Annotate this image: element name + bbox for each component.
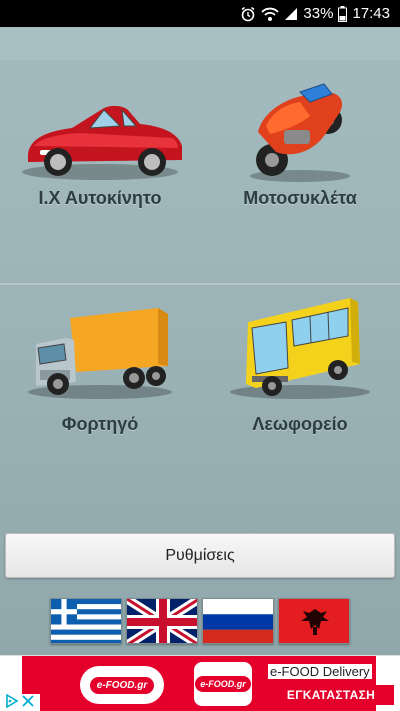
ad-install-button[interactable]: ΕΓΚΑΤΑΣΤΑΣΗ xyxy=(268,685,394,705)
status-bar: 33% 17:43 xyxy=(0,0,400,27)
vehicle-tile-car[interactable]: Ι.Χ Αυτοκίνητο xyxy=(0,70,200,260)
ad-creative[interactable]: e-FOOD.gr e-FOOD.gr e-FOOD Delivery ΕΓΚΑ… xyxy=(22,656,394,711)
vehicle-tile-bus[interactable]: Λεωφορείο xyxy=(200,286,400,482)
bus-icon xyxy=(230,298,370,399)
wifi-icon xyxy=(261,6,280,22)
clock: 17:43 xyxy=(352,5,390,22)
efood-app-icon-text: e-FOOD.gr xyxy=(195,676,251,692)
row-divider xyxy=(0,283,400,285)
alarm-icon xyxy=(240,6,256,22)
vehicle-label-truck: Φορτηγό xyxy=(61,414,139,434)
truck-icon xyxy=(28,308,172,399)
vehicle-label-car: Ι.Χ Αυτοκίνητο xyxy=(38,188,162,208)
ad-banner[interactable]: e-FOOD.gr e-FOOD.gr e-FOOD Delivery ΕΓΚΑ… xyxy=(0,655,400,711)
vehicle-label-bus: Λεωφορείο xyxy=(252,414,348,434)
efood-app-icon: e-FOOD.gr xyxy=(194,662,252,706)
ad-choices[interactable] xyxy=(0,693,40,711)
motorcycle-icon xyxy=(250,83,350,182)
albanian-flag[interactable] xyxy=(278,598,350,644)
language-selector xyxy=(50,598,350,644)
vehicle-tile-motorcycle[interactable]: Μοτοσυκλέτα xyxy=(200,70,400,260)
efood-logo-text: e-FOOD.gr xyxy=(89,676,155,694)
greek-flag[interactable] xyxy=(50,598,122,644)
uk-flag[interactable] xyxy=(126,598,198,644)
signal-icon xyxy=(284,7,298,21)
car-icon xyxy=(22,105,182,180)
vehicle-tile-truck[interactable]: Φορτηγό xyxy=(0,292,200,482)
settings-button[interactable]: Ρυθμίσεις xyxy=(5,533,395,578)
close-ad-icon[interactable] xyxy=(21,694,35,711)
efood-logo: e-FOOD.gr xyxy=(80,666,164,704)
battery-icon xyxy=(338,5,348,22)
russian-flag[interactable] xyxy=(202,598,274,644)
header-band xyxy=(0,27,400,60)
vehicle-label-motorcycle: Μοτοσυκλέτα xyxy=(243,188,357,208)
ad-title: e-FOOD Delivery xyxy=(268,664,372,679)
adchoices-icon[interactable] xyxy=(5,693,19,711)
battery-percent: 33% xyxy=(303,5,334,22)
